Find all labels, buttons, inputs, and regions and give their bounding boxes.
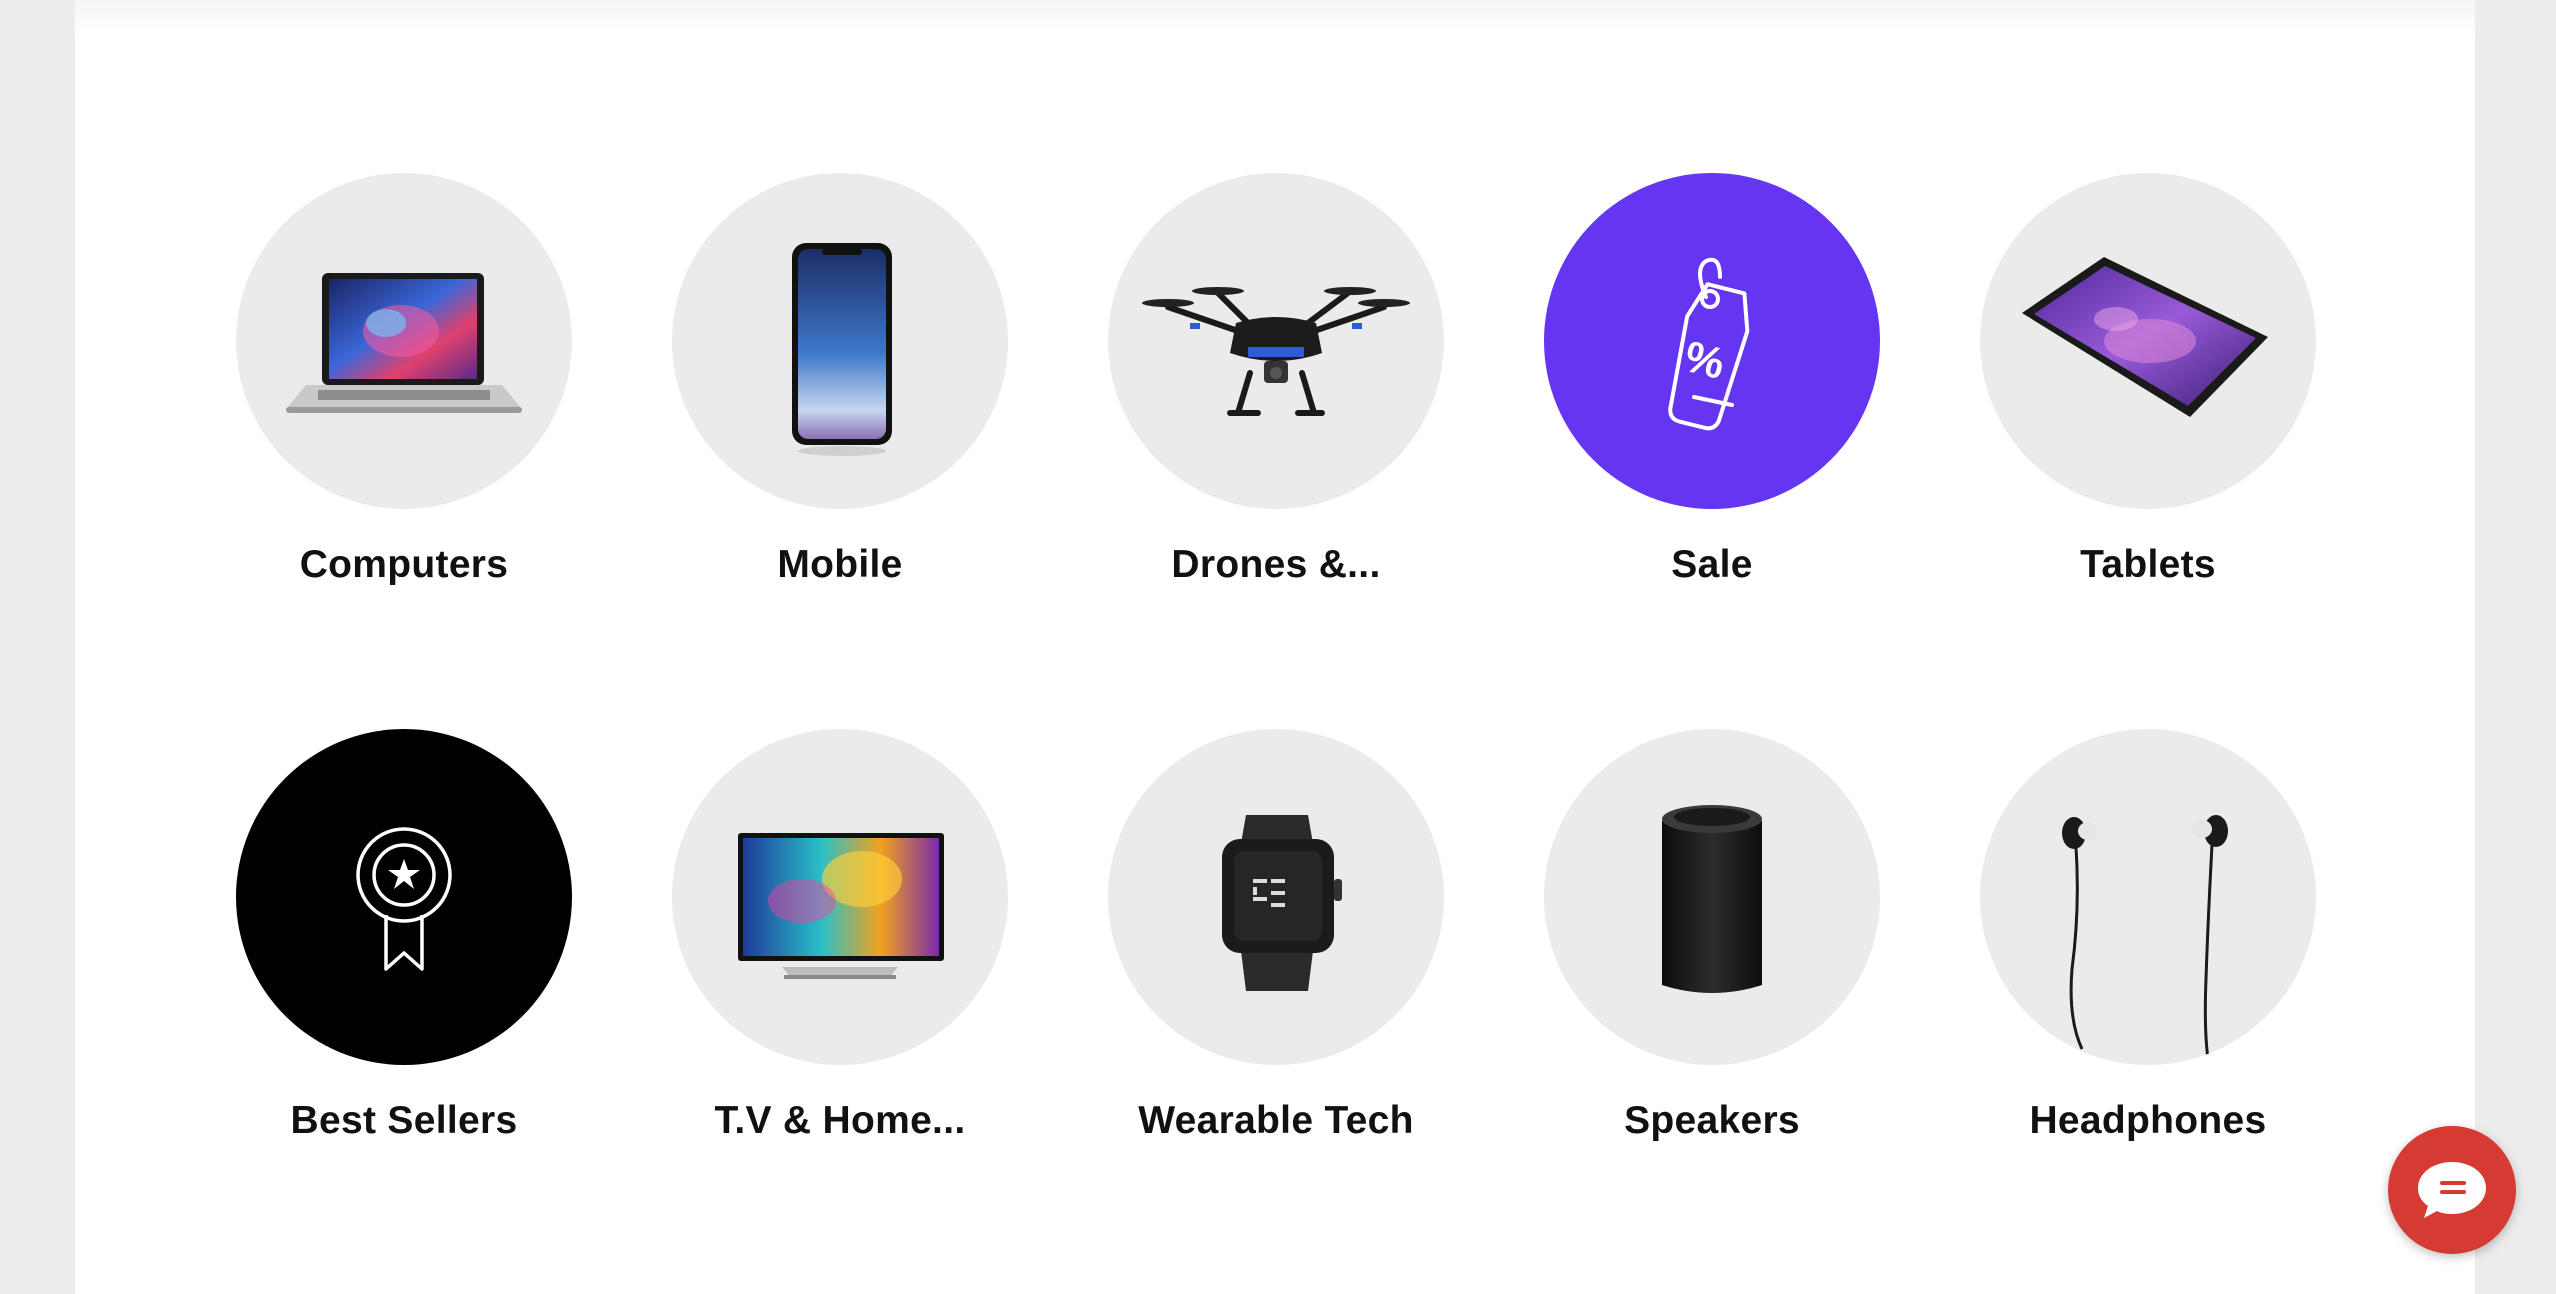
category-best-sellers[interactable]: Best Sellers [184, 729, 624, 1143]
chat-button[interactable] [2388, 1126, 2516, 1254]
television-icon [738, 833, 944, 979]
smartphone-icon [792, 243, 892, 456]
category-circle[interactable] [1108, 173, 1444, 509]
chat-bubble-icon [2418, 1162, 2486, 1218]
earphones-icon [2062, 815, 2228, 1060]
category-mobile[interactable]: Mobile [620, 173, 1060, 587]
category-label: Mobile [777, 543, 903, 586]
category-sale[interactable]: % Sale [1492, 173, 1932, 587]
header-shadow [75, 0, 2475, 36]
category-circle[interactable] [672, 729, 1008, 1065]
drone-icon [1142, 287, 1410, 416]
category-circle[interactable] [1980, 173, 2316, 509]
category-tv-home[interactable]: T.V & Home... [620, 729, 1060, 1143]
tablet-icon [2022, 257, 2268, 417]
category-circle[interactable] [672, 173, 1008, 509]
category-circle[interactable] [236, 173, 572, 509]
category-label: T.V & Home... [714, 1099, 966, 1142]
smartwatch-icon [1222, 815, 1342, 991]
category-circle[interactable]: % [1544, 173, 1880, 509]
category-circle[interactable] [236, 729, 572, 1065]
price-tag-icon: % [1668, 257, 1750, 431]
laptop-icon [286, 273, 522, 413]
category-label: Speakers [1624, 1099, 1800, 1142]
category-circle[interactable] [1980, 729, 2316, 1065]
category-label: Headphones [2029, 1099, 2267, 1142]
category-tablets[interactable]: Tablets [1928, 173, 2368, 587]
category-drones[interactable]: Drones &... [1056, 173, 1496, 587]
speaker-icon [1662, 805, 1762, 993]
category-label: Best Sellers [290, 1099, 518, 1142]
category-circle[interactable] [1544, 729, 1880, 1065]
category-wearable-tech[interactable]: Wearable Tech [1056, 729, 1496, 1143]
category-speakers[interactable]: Speakers [1492, 729, 1932, 1143]
page-content: Computers Mobile Drones &... % Sale Tabl… [75, 0, 2475, 1294]
category-label: Wearable Tech [1138, 1099, 1414, 1142]
category-circle[interactable] [1108, 729, 1444, 1065]
svg-text:%: % [1680, 332, 1730, 389]
award-ribbon-icon [356, 827, 452, 971]
category-label: Sale [1671, 543, 1753, 586]
category-headphones[interactable]: Headphones [1928, 729, 2368, 1143]
category-label: Drones &... [1171, 543, 1381, 586]
category-label: Tablets [2080, 543, 2216, 586]
category-computers[interactable]: Computers [184, 173, 624, 587]
category-label: Computers [299, 543, 509, 586]
